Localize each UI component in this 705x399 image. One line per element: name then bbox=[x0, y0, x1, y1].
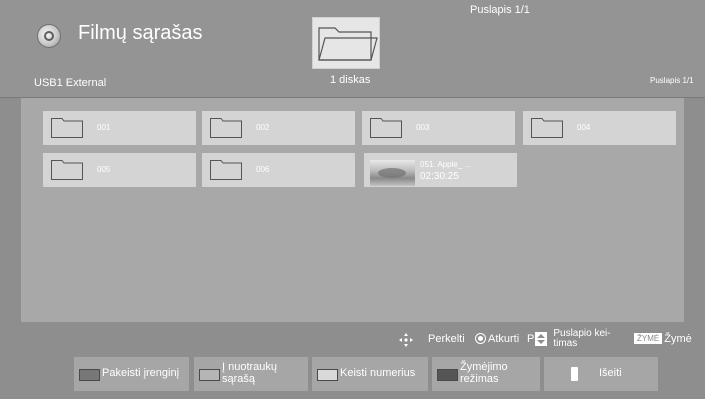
hint-play: Atkurti bbox=[475, 322, 519, 355]
folder-label: 001 bbox=[97, 123, 111, 132]
page-indicator: Puslapis 1/1 bbox=[650, 76, 694, 85]
mark-mode-label: Žymėjimo režimas bbox=[460, 361, 508, 385]
page-indicator-top: Puslapis 1/1 bbox=[470, 4, 530, 16]
hint-page: P Puslapio kei- timas bbox=[527, 322, 611, 355]
folder-label: 003 bbox=[416, 123, 430, 132]
hint-page-label: Puslapio kei- timas bbox=[553, 327, 611, 349]
folder-icon bbox=[51, 118, 83, 138]
folder-label: 005 bbox=[97, 165, 111, 174]
mark-mode-button[interactable]: Žymėjimo režimas bbox=[432, 357, 540, 391]
change-numbers-label: Keisti numerius bbox=[340, 367, 416, 379]
change-device-label: Pakeisti įrenginį bbox=[102, 367, 180, 379]
change-device-button[interactable]: Pakeisti įrenginį bbox=[74, 357, 189, 391]
film-reel-icon bbox=[38, 25, 60, 47]
hint-bar: Perkelti Atkurti P Puslapio kei- timas Ž… bbox=[0, 322, 705, 355]
hint-move: Perkelti bbox=[428, 322, 465, 355]
file-grid: 001 002 003 004 005 006 051. Apple_ ... … bbox=[21, 98, 684, 322]
color-key-swatch bbox=[79, 369, 100, 381]
color-key-swatch bbox=[437, 369, 458, 381]
folder-tile[interactable]: 001 bbox=[43, 111, 196, 145]
ok-button-icon bbox=[475, 333, 486, 344]
page-title: Filmų sąrašas bbox=[78, 22, 203, 44]
folder-tile[interactable]: 005 bbox=[43, 153, 196, 187]
hint-mark-label: Žymė bbox=[664, 332, 692, 345]
exit-button[interactable]: Išeiti bbox=[544, 357, 658, 391]
folder-icon bbox=[210, 118, 242, 138]
exit-key-icon bbox=[571, 367, 578, 381]
page-up-down-icon bbox=[535, 331, 548, 346]
color-key-swatch bbox=[317, 369, 338, 381]
folder-tile[interactable]: 004 bbox=[523, 111, 676, 145]
disk-count: 1 diskas bbox=[330, 74, 371, 86]
photo-list-button[interactable]: Į nuotraukų sąrašą bbox=[194, 357, 308, 391]
video-duration: 02:30:25 bbox=[420, 171, 459, 182]
folder-label: 004 bbox=[577, 123, 591, 132]
video-tile[interactable]: 051. Apple_ ... 02:30:25 bbox=[364, 153, 517, 187]
folder-icon bbox=[312, 17, 380, 69]
hint-move-label: Perkelti bbox=[428, 332, 465, 345]
source-label: USB1 External bbox=[34, 77, 107, 89]
exit-label: Išeiti bbox=[599, 367, 622, 379]
hint-play-label: Atkurti bbox=[488, 332, 520, 345]
color-key-swatch bbox=[199, 369, 220, 381]
folder-icon bbox=[370, 118, 402, 138]
hint-page-prefix: P bbox=[527, 332, 535, 345]
video-thumbnail bbox=[370, 160, 415, 186]
folder-tile[interactable]: 002 bbox=[202, 111, 355, 145]
folder-tile[interactable]: 006 bbox=[202, 153, 355, 187]
folder-icon bbox=[531, 118, 563, 138]
video-name: 051. Apple_ ... bbox=[420, 160, 472, 169]
change-numbers-button[interactable]: Keisti numerius bbox=[312, 357, 428, 391]
folder-tile[interactable]: 003 bbox=[362, 111, 515, 145]
folder-icon bbox=[210, 160, 242, 180]
folder-label: 002 bbox=[256, 123, 270, 132]
photo-list-label: Į nuotraukų sąrašą bbox=[222, 361, 278, 385]
folder-icon bbox=[51, 160, 83, 180]
hint-mark: ŽYMĖ Žymė bbox=[634, 322, 692, 355]
folder-label: 006 bbox=[256, 165, 270, 174]
header-bar: Filmų sąrašas Puslapis 1/1 1 diskas USB1… bbox=[0, 0, 705, 98]
mark-key-icon: ŽYMĖ bbox=[634, 333, 663, 344]
